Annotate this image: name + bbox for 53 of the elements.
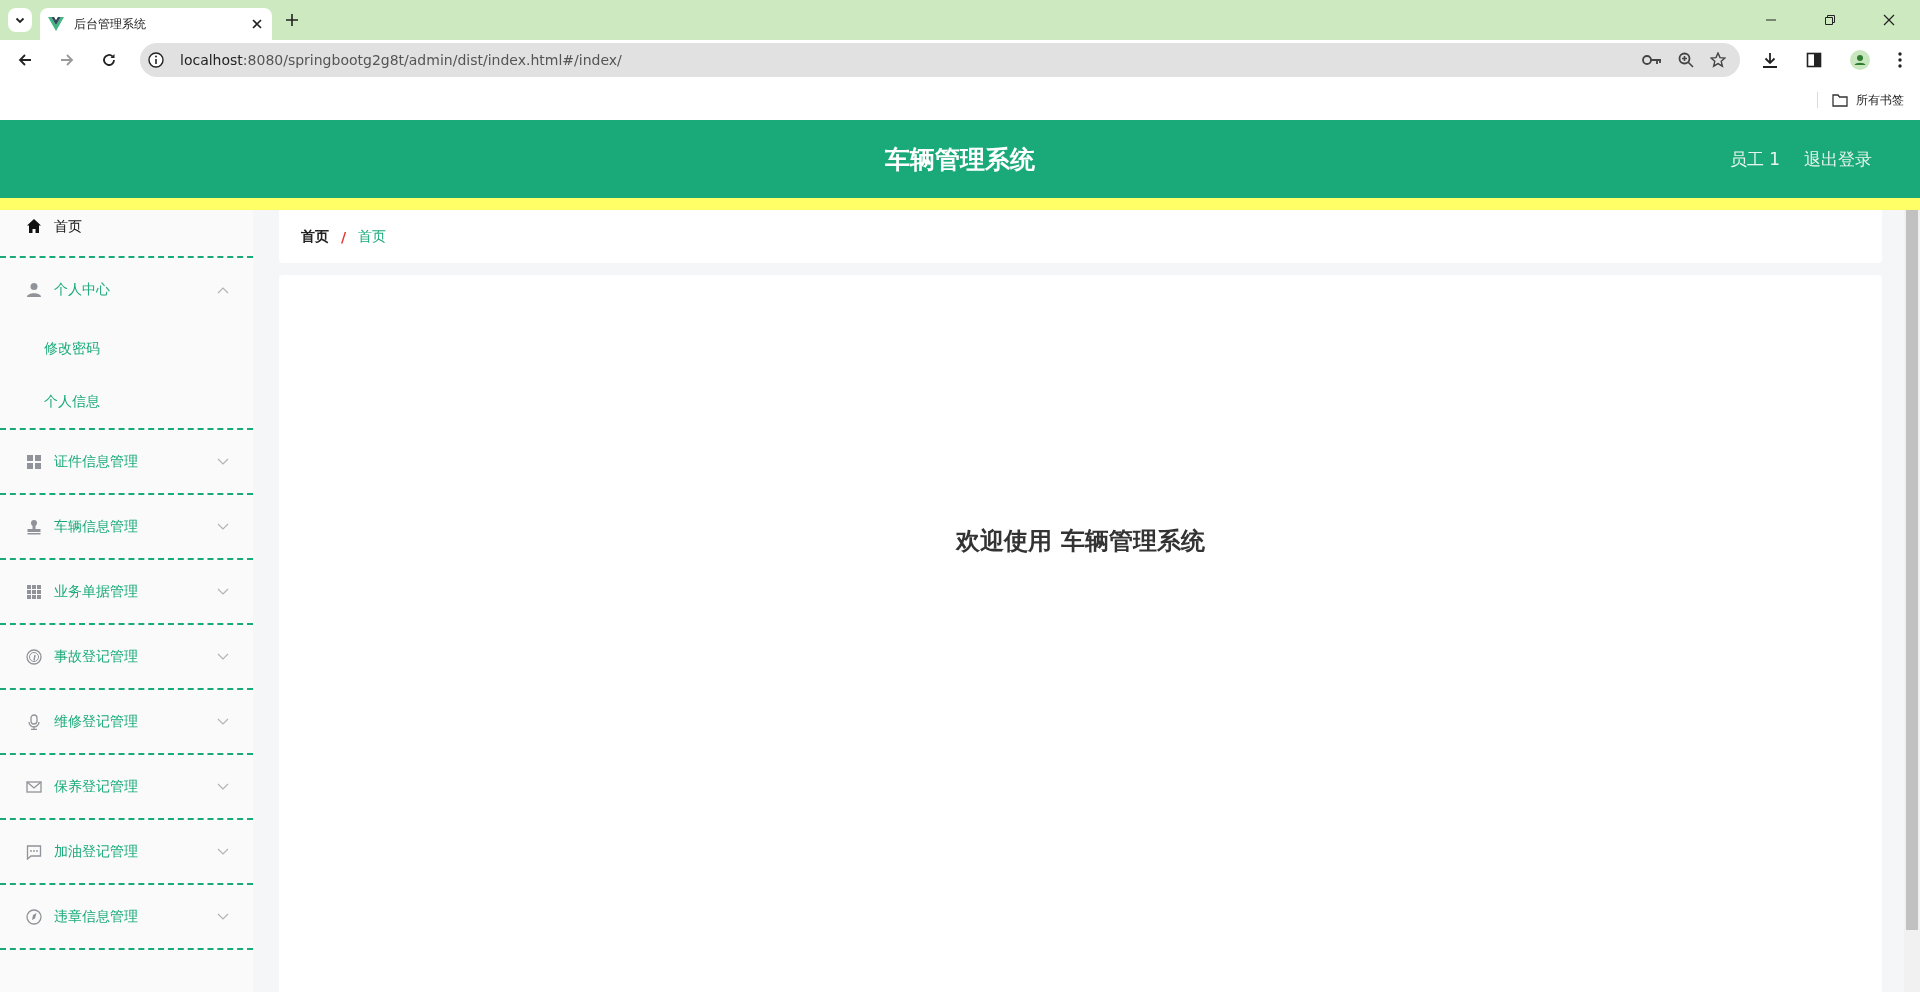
welcome-heading: 欢迎使用 车辆管理系统 — [956, 526, 1205, 557]
menu-item[interactable]: 违章信息管理 — [0, 885, 253, 948]
tab-list-button[interactable] — [8, 8, 32, 32]
breadcrumb-item[interactable]: 首页 — [301, 227, 329, 246]
tab-title: 后台管理系统 — [74, 15, 147, 33]
house-icon — [26, 218, 42, 234]
logout-link[interactable]: 退出登录 — [1804, 147, 1872, 171]
compass-icon — [26, 908, 42, 925]
v-logo-icon — [48, 17, 64, 31]
back-arrow-icon[interactable] — [18, 53, 32, 67]
bookmarks-folder[interactable]: 所有书签 — [1832, 91, 1904, 109]
submenu-item[interactable]: 修改密码 — [0, 321, 253, 376]
menu-item[interactable]: 首页 — [0, 210, 253, 256]
key-icon[interactable] — [1642, 54, 1662, 66]
apps-icon — [26, 583, 42, 600]
menu-item[interactable]: 事故登记管理 — [0, 625, 253, 688]
user-name: 员工 1 — [1729, 147, 1780, 171]
user-icon — [26, 281, 42, 298]
more-icon[interactable] — [1898, 52, 1902, 68]
scrollbar-thumb[interactable] — [1906, 210, 1918, 930]
menu-item[interactable]: 保养登记管理 — [0, 755, 253, 818]
zoom-icon[interactable] — [1678, 52, 1694, 68]
menu-item[interactable]: 加油登记管理 — [0, 820, 253, 883]
breadcrumb-separator: / — [341, 228, 347, 245]
star-icon[interactable] — [1710, 52, 1726, 68]
forward-arrow-icon[interactable] — [60, 53, 74, 67]
restore-icon[interactable] — [1824, 14, 1836, 26]
reload-icon[interactable] — [102, 53, 116, 67]
menu-item[interactable]: 维修登记管理 — [0, 690, 253, 753]
folder-icon — [1832, 93, 1848, 107]
gauge-icon — [26, 648, 42, 665]
menu-item[interactable]: 个人中心 — [0, 258, 253, 321]
envelope-icon — [26, 778, 42, 795]
info-icon[interactable] — [148, 52, 164, 68]
close-icon[interactable] — [1883, 14, 1895, 26]
menu-item[interactable]: 证件信息管理 — [0, 430, 253, 493]
grid-icon — [26, 453, 42, 470]
close-icon[interactable] — [252, 19, 262, 29]
menu-item[interactable]: 业务单据管理 — [0, 560, 253, 623]
download-icon[interactable] — [1762, 52, 1778, 68]
url-text: localhost:8080/springbootg2g8t/admin/dist/index.html#/index/ — [180, 52, 622, 68]
profile-icon[interactable] — [1850, 50, 1870, 70]
menu-item[interactable]: 车辆信息管理 — [0, 495, 253, 558]
breadcrumb-item: 首页 — [358, 227, 387, 246]
chat-icon — [26, 843, 42, 860]
side-panel-icon[interactable] — [1806, 52, 1822, 68]
microphone-icon — [26, 713, 42, 730]
new-tab-icon[interactable] — [286, 14, 298, 26]
stamp-icon — [26, 518, 42, 535]
app-title: 车辆管理系统 — [885, 143, 1035, 176]
submenu-item[interactable]: 个人信息 — [0, 376, 253, 428]
browser-tab[interactable]: 后台管理系统 — [40, 8, 272, 40]
address-bar[interactable]: localhost:8080/springbootg2g8t/admin/dist/index.html#/index/ — [140, 43, 1740, 77]
